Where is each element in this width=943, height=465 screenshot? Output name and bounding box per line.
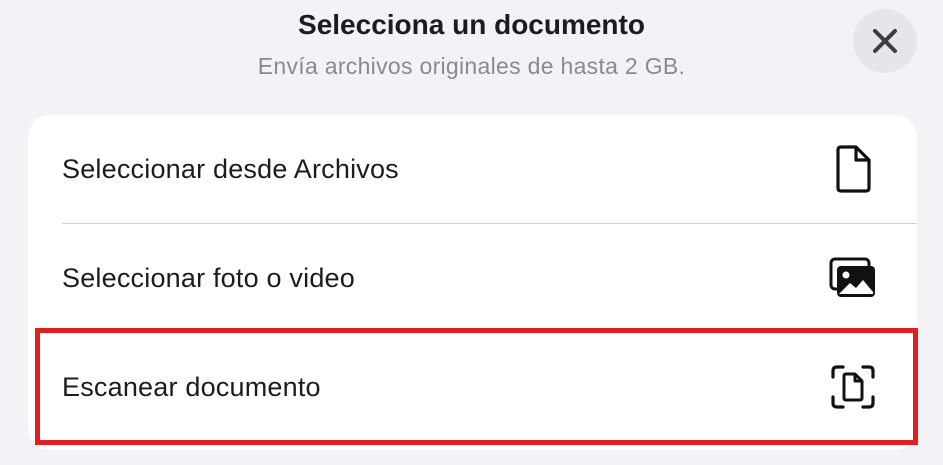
option-label-scan: Escanear documento — [62, 372, 321, 402]
sheet-subtitle: Envía archivos originales de hasta 2 GB. — [257, 53, 686, 79]
select-from-files-option[interactable]: Seleccionar desde Archivos — [28, 115, 917, 223]
option-label-photo: Seleccionar foto o video — [62, 263, 355, 293]
document-scanner-icon — [826, 360, 880, 414]
photos-icon — [826, 251, 880, 305]
options-card: Seleccionar desde Archivos Seleccionar f… — [28, 115, 917, 450]
close-button[interactable] — [853, 9, 917, 73]
document-icon — [826, 142, 880, 196]
xmark-icon — [873, 29, 897, 53]
sheet-header: Selecciona un documento Envía archivos o… — [0, 0, 943, 110]
sheet-title: Selecciona un documento — [298, 9, 645, 40]
select-photo-video-option[interactable]: Seleccionar foto o video — [28, 224, 917, 332]
option-label-files: Seleccionar desde Archivos — [62, 154, 399, 184]
scan-document-option[interactable]: Escanear documento — [28, 333, 917, 441]
